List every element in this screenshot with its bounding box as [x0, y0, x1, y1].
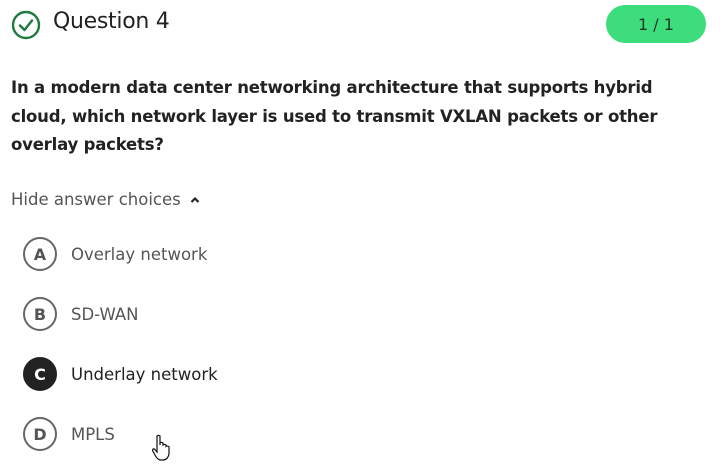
score-badge: 1 / 1: [606, 5, 706, 43]
option-label: MPLS: [71, 424, 115, 444]
hand-pointer-cursor-icon: [151, 434, 170, 461]
check-circle-icon: [11, 10, 41, 40]
option-letter: A: [23, 237, 57, 271]
question-text: In a modern data center networking archi…: [11, 78, 658, 154]
answer-option-d[interactable]: D MPLS: [23, 417, 115, 451]
answer-option-c[interactable]: C Underlay network: [23, 357, 218, 391]
option-label: Overlay network: [71, 244, 208, 264]
option-label: SD-WAN: [71, 304, 139, 324]
option-letter: C: [23, 357, 57, 391]
chevron-up-icon: [190, 196, 200, 203]
hide-answer-choices-toggle[interactable]: Hide answer choices: [11, 190, 200, 209]
option-letter: B: [23, 297, 57, 331]
question-title: Question 4: [53, 9, 170, 34]
answer-option-a[interactable]: A Overlay network: [23, 237, 207, 271]
option-label: Underlay network: [71, 364, 218, 384]
answer-option-b[interactable]: B SD-WAN: [23, 297, 139, 331]
toggle-label: Hide answer choices: [11, 190, 181, 209]
option-letter: D: [23, 417, 57, 451]
